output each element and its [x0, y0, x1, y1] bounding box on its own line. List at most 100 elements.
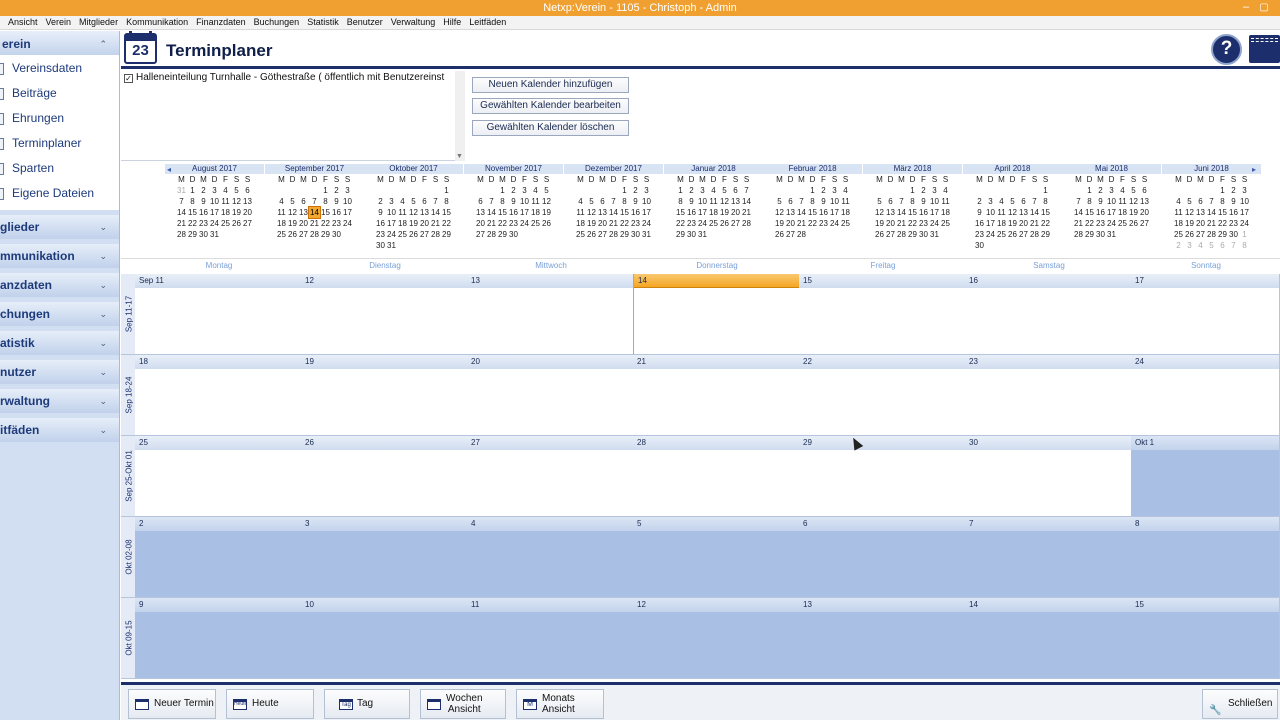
- mini-day[interactable]: 30: [508, 229, 519, 240]
- mini-day[interactable]: 29: [497, 229, 508, 240]
- checkbox[interactable]: ✓: [124, 74, 133, 83]
- today-button[interactable]: Heute Heute: [226, 689, 314, 719]
- mini-day[interactable]: 9: [974, 207, 985, 218]
- mini-day[interactable]: 2: [1173, 240, 1184, 251]
- mini-day[interactable]: 8: [907, 196, 918, 207]
- mini-day[interactable]: 6: [885, 196, 896, 207]
- week-label[interactable]: Sep 25-Okt 01: [121, 436, 136, 517]
- mini-day[interactable]: 10: [519, 196, 530, 207]
- mini-day[interactable]: 26: [874, 229, 885, 240]
- mini-day[interactable]: 8: [1217, 196, 1228, 207]
- mini-day[interactable]: 13: [1018, 207, 1029, 218]
- mini-day[interactable]: 13: [298, 207, 309, 218]
- mini-day[interactable]: 21: [796, 218, 807, 229]
- mini-day[interactable]: 29: [1084, 229, 1095, 240]
- mini-day[interactable]: 15: [1217, 207, 1228, 218]
- mini-day[interactable]: 6: [242, 185, 253, 196]
- mini-day[interactable]: 29: [441, 229, 452, 240]
- mini-day[interactable]: 25: [276, 229, 287, 240]
- mini-day[interactable]: 28: [1206, 229, 1217, 240]
- mini-day[interactable]: 24: [1239, 218, 1250, 229]
- mini-day[interactable]: 11: [940, 196, 951, 207]
- day-cell[interactable]: 13: [467, 274, 634, 355]
- mini-day[interactable]: 30: [375, 240, 386, 251]
- mini-day[interactable]: 27: [597, 229, 608, 240]
- mini-day[interactable]: 13: [785, 207, 796, 218]
- mini-day[interactable]: 27: [298, 229, 309, 240]
- mini-day[interactable]: 7: [1228, 240, 1239, 251]
- video-tutorial-icon[interactable]: [1249, 35, 1280, 63]
- sidebar-item-sparten[interactable]: Sparten: [0, 156, 119, 181]
- day-cell[interactable]: 15: [1131, 598, 1280, 679]
- mini-day[interactable]: 16: [630, 207, 641, 218]
- mini-day[interactable]: 18: [940, 207, 951, 218]
- mini-day[interactable]: 14: [896, 207, 907, 218]
- month-view-button[interactable]: M Monats Ansicht: [516, 689, 604, 719]
- mini-day[interactable]: 30: [1228, 229, 1239, 240]
- mini-day[interactable]: 23: [630, 218, 641, 229]
- mini-day[interactable]: 22: [1084, 218, 1095, 229]
- mini-day[interactable]: 1: [497, 185, 508, 196]
- mini-day[interactable]: 6: [475, 196, 486, 207]
- mini-day[interactable]: 3: [929, 185, 940, 196]
- mini-day[interactable]: 20: [785, 218, 796, 229]
- mini-day[interactable]: 2: [198, 185, 209, 196]
- menu-mitglieder[interactable]: Mitglieder: [75, 16, 122, 29]
- mini-day[interactable]: 15: [320, 207, 331, 218]
- day-cell[interactable]: 23: [965, 355, 1132, 436]
- mini-day[interactable]: 14: [1029, 207, 1040, 218]
- mini-day[interactable]: 8: [497, 196, 508, 207]
- sidebar-section-verein[interactable]: erein ⌃: [0, 31, 119, 55]
- mini-day[interactable]: 10: [386, 207, 397, 218]
- mini-day[interactable]: 15: [441, 207, 452, 218]
- mini-day[interactable]: 25: [220, 218, 231, 229]
- mini-day[interactable]: 12: [408, 207, 419, 218]
- mini-day[interactable]: 17: [985, 218, 996, 229]
- mini-day[interactable]: 20: [1195, 218, 1206, 229]
- mini-day[interactable]: 5: [719, 185, 730, 196]
- mini-day[interactable]: 27: [419, 229, 430, 240]
- mini-day[interactable]: 3: [386, 196, 397, 207]
- mini-day[interactable]: 6: [1139, 185, 1150, 196]
- mini-day[interactable]: 25: [1173, 229, 1184, 240]
- mini-day[interactable]: 14: [1206, 207, 1217, 218]
- mini-day[interactable]: 2: [818, 185, 829, 196]
- next-month-icon[interactable]: ▸: [1252, 165, 1256, 174]
- mini-day[interactable]: 3: [829, 185, 840, 196]
- mini-day[interactable]: 28: [486, 229, 497, 240]
- mini-day[interactable]: 26: [1007, 229, 1018, 240]
- mini-day[interactable]: 6: [597, 196, 608, 207]
- mini-day[interactable]: 22: [1217, 218, 1228, 229]
- calendar-list-scrollbar[interactable]: ▼: [455, 71, 465, 161]
- day-cell[interactable]: 14: [965, 598, 1132, 679]
- mini-day[interactable]: 24: [386, 229, 397, 240]
- mini-day[interactable]: 23: [818, 218, 829, 229]
- mini-day[interactable]: 21: [896, 218, 907, 229]
- mini-day[interactable]: 19: [1128, 207, 1139, 218]
- mini-day[interactable]: 19: [774, 218, 785, 229]
- day-cell[interactable]: 25: [135, 436, 302, 517]
- mini-day[interactable]: 29: [619, 229, 630, 240]
- mini-day[interactable]: 9: [918, 196, 929, 207]
- mini-day[interactable]: 22: [320, 218, 331, 229]
- mini-day[interactable]: 1: [619, 185, 630, 196]
- mini-day[interactable]: 6: [298, 196, 309, 207]
- sidebar-section-verwaltung[interactable]: rwaltung ⌄: [0, 389, 119, 413]
- mini-day[interactable]: 12: [774, 207, 785, 218]
- mini-day[interactable]: 14: [608, 207, 619, 218]
- sidebar-section-benutzer[interactable]: nutzer ⌄: [0, 360, 119, 384]
- day-cell[interactable]: 10: [301, 598, 468, 679]
- mini-day[interactable]: 5: [1007, 196, 1018, 207]
- mini-day[interactable]: 11: [530, 196, 541, 207]
- mini-day[interactable]: 25: [397, 229, 408, 240]
- mini-day[interactable]: 13: [1139, 196, 1150, 207]
- mini-day[interactable]: 16: [818, 207, 829, 218]
- mini-day[interactable]: 1: [1040, 185, 1051, 196]
- mini-day[interactable]: 26: [1184, 229, 1195, 240]
- day-cell[interactable]: 11: [467, 598, 634, 679]
- mini-day[interactable]: 23: [508, 218, 519, 229]
- mini-day[interactable]: 10: [1106, 196, 1117, 207]
- mini-day[interactable]: 4: [1173, 196, 1184, 207]
- mini-day[interactable]: 5: [774, 196, 785, 207]
- mini-day[interactable]: 20: [1139, 207, 1150, 218]
